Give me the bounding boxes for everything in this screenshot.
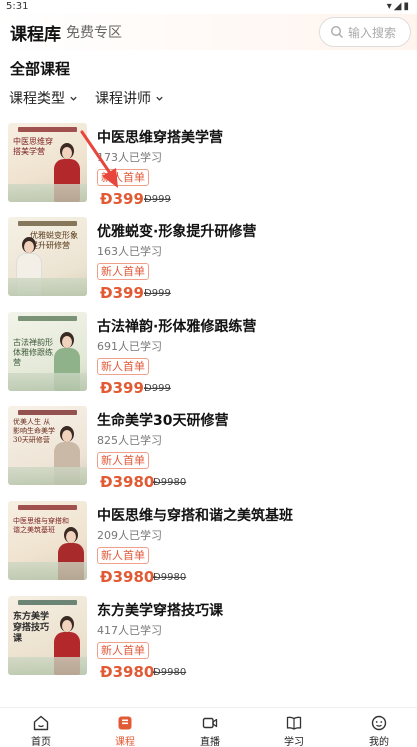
course-title: 东方美学穿搭技巧课 xyxy=(97,603,223,619)
profile-icon xyxy=(371,715,387,731)
section-title: 全部课程 xyxy=(10,60,71,78)
course-original-price: Ð999 xyxy=(144,194,171,205)
tab-home-label: 首页 xyxy=(31,737,51,747)
thumbnail-title: 东方美学穿搭技巧课 xyxy=(13,612,50,644)
new-user-badge: 新人首单 xyxy=(97,263,149,280)
new-user-badge: 新人首单 xyxy=(97,452,149,469)
tab-course[interactable]: 课程 xyxy=(95,708,155,747)
top-bar: 课程库 免费专区 输入搜索 xyxy=(0,14,417,50)
tab-mine[interactable]: 我的 xyxy=(349,708,409,747)
thumbnail-title: 优美人生 从影响生命美学30天研修营 xyxy=(13,418,55,444)
tab-free-zone[interactable]: 免费专区 xyxy=(66,22,122,42)
course-thumbnail: 中医思维与穿搭和谐之美筑基班 xyxy=(8,501,87,580)
course-thumbnail: 东方美学穿搭技巧课 xyxy=(8,596,87,675)
course-learners: 691人已学习 xyxy=(97,340,162,353)
chevron-down-icon xyxy=(70,96,77,101)
new-user-badge: 新人首单 xyxy=(97,358,149,375)
course-item[interactable]: 优雅蜕变形象提升研修营 优雅蜕变·形象提升研修营 163人已学习 新人首单 Ð3… xyxy=(0,217,417,312)
wifi-icon: ▾ xyxy=(386,1,394,12)
course-title: 古法禅韵·形体雅修跟练营 xyxy=(97,319,257,335)
course-price: Ð399 xyxy=(100,190,144,208)
tab-mine-label: 我的 xyxy=(369,737,389,747)
live-icon xyxy=(202,717,218,729)
course-original-price: Ð9980 xyxy=(153,477,187,488)
course-title: 优雅蜕变·形象提升研修营 xyxy=(97,224,257,240)
tab-study-label: 学习 xyxy=(284,737,304,747)
tab-live-label: 直播 xyxy=(200,737,220,747)
course-item[interactable]: 中医思维穿搭美学营 中医思维穿搭美学营 173人已学习 新人首单 Ð399 Ð9… xyxy=(0,123,417,218)
filter-type-label: 课程类型 xyxy=(9,91,65,107)
status-time: 5:31 xyxy=(6,1,29,12)
course-icon xyxy=(118,716,132,730)
course-thumbnail: 优美人生 从影响生命美学30天研修营 xyxy=(8,406,87,485)
course-original-price: Ð999 xyxy=(144,288,171,299)
filter-course-type[interactable]: 课程类型 xyxy=(9,88,78,108)
course-item[interactable]: 优美人生 从影响生命美学30天研修营 生命美学30天研修营 825人已学习 新人… xyxy=(0,406,417,501)
course-price: Ð3980 xyxy=(100,473,155,491)
thumbnail-title: 古法禅韵形体雅修跟练营 xyxy=(13,338,53,367)
book-icon xyxy=(286,716,302,730)
search-placeholder: 输入搜索 xyxy=(348,25,397,40)
course-thumbnail: 优雅蜕变形象提升研修营 xyxy=(8,217,87,296)
course-title: 生命美学30天研修营 xyxy=(97,413,229,429)
course-thumbnail: 中医思维穿搭美学营 xyxy=(8,123,87,202)
search-icon xyxy=(330,25,343,38)
home-icon xyxy=(33,715,49,731)
tab-home[interactable]: 首页 xyxy=(11,708,71,747)
tab-course-label: 课程 xyxy=(115,737,135,747)
course-learners: 209人已学习 xyxy=(97,529,162,542)
filter-course-teacher[interactable]: 课程讲师 xyxy=(95,88,164,108)
course-learners: 173人已学习 xyxy=(97,151,162,164)
tab-course-library[interactable]: 课程库 xyxy=(10,20,61,45)
tab-study[interactable]: 学习 xyxy=(264,708,324,747)
course-original-price: Ð9980 xyxy=(153,667,187,678)
course-price: Ð3980 xyxy=(100,568,155,586)
course-item[interactable]: 中医思维与穿搭和谐之美筑基班 中医思维与穿搭和谐之美筑基班 209人已学习 新人… xyxy=(0,501,417,596)
course-price: Ð399 xyxy=(100,379,144,397)
filter-teacher-label: 课程讲师 xyxy=(95,91,151,107)
status-icons: ▾◢▮ xyxy=(387,1,411,12)
new-user-badge: 新人首单 xyxy=(97,547,149,564)
thumbnail-title: 中医思维穿搭美学营 xyxy=(13,137,53,156)
course-price: Ð399 xyxy=(100,284,144,302)
new-user-badge: 新人首单 xyxy=(97,169,149,186)
tab-live[interactable]: 直播 xyxy=(180,708,240,747)
status-bar: 5:31 ▾◢▮ xyxy=(0,0,417,14)
course-original-price: Ð9980 xyxy=(153,572,187,583)
course-learners: 417人已学习 xyxy=(97,624,162,637)
chevron-down-icon xyxy=(156,96,163,101)
bottom-tab-bar: 首页 课程 直播 学习 我的 xyxy=(0,707,417,747)
course-original-price: Ð999 xyxy=(144,383,171,394)
course-item[interactable]: 东方美学穿搭技巧课 东方美学穿搭技巧课 417人已学习 新人首单 Ð3980 Ð… xyxy=(0,596,417,691)
battery-icon: ▮ xyxy=(403,1,411,12)
course-price: Ð3980 xyxy=(100,663,155,681)
course-learners: 825人已学习 xyxy=(97,434,162,447)
course-learners: 163人已学习 xyxy=(97,245,162,258)
course-title: 中医思维与穿搭和谐之美筑基班 xyxy=(97,508,293,524)
new-user-badge: 新人首单 xyxy=(97,642,149,659)
course-item[interactable]: 古法禅韵形体雅修跟练营 古法禅韵·形体雅修跟练营 691人已学习 新人首单 Ð3… xyxy=(0,312,417,407)
course-title: 中医思维穿搭美学营 xyxy=(97,130,223,146)
course-thumbnail: 古法禅韵形体雅修跟练营 xyxy=(8,312,87,391)
search-input[interactable]: 输入搜索 xyxy=(319,17,411,47)
